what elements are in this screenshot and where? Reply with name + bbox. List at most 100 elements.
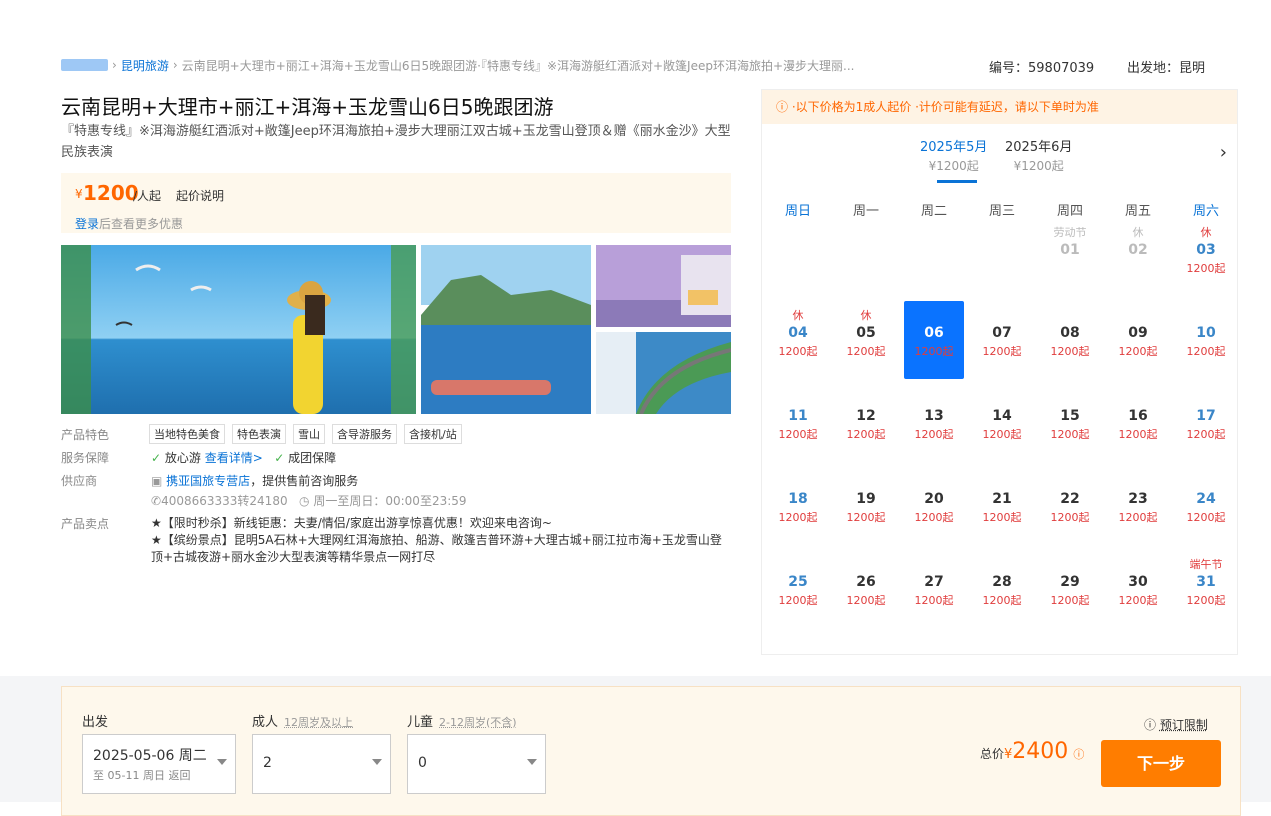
calendar-day-26[interactable]: 26 1200起 (836, 558, 896, 636)
day-price: 1200起 (1108, 509, 1168, 525)
product-id-value: 59807039 (1028, 61, 1094, 76)
day-number: 25 (768, 574, 828, 590)
day-price: 1200起 (1108, 592, 1168, 608)
calendar-day-01: 劳动节 01 (1040, 226, 1100, 304)
day-price: 1200起 (972, 509, 1032, 525)
hotel-photo[interactable] (596, 245, 731, 327)
feature-tag: 特色表演 (232, 424, 286, 444)
calendar-day-24[interactable]: 24 1200起 (1176, 475, 1236, 553)
child-count-select[interactable]: 0 (407, 734, 546, 794)
main-photo[interactable] (61, 245, 416, 414)
breadcrumb-city-link[interactable]: 昆明旅游 (121, 57, 169, 74)
lake-photo-image (421, 245, 591, 414)
calendar-day-10[interactable]: 10 1200起 (1176, 309, 1236, 387)
calendar-day-07[interactable]: 07 1200起 (972, 309, 1032, 387)
day-number: 29 (1040, 574, 1100, 590)
calendar-day-20[interactable]: 20 1200起 (904, 475, 964, 553)
day-number: 14 (972, 408, 1032, 424)
month-label: 2025年6月 (1005, 136, 1072, 155)
feature-tag: 当地特色美食 (149, 424, 225, 444)
supplier-desc: ，提供售前咨询服务 (250, 474, 358, 488)
day-number: 11 (768, 408, 828, 424)
breadcrumb-home-link[interactable] (61, 59, 108, 71)
day-price: 1200起 (972, 343, 1032, 359)
supplier-link[interactable]: 携亚国旅专营店 (166, 474, 250, 488)
month-tab-june[interactable]: 2025年6月 ¥1200起 (1005, 136, 1072, 174)
calendar-day-03[interactable]: 休 03 1200起 (1176, 226, 1236, 304)
calendar-day-04[interactable]: 休 04 1200起 (768, 309, 828, 387)
calendar-day-13[interactable]: 13 1200起 (904, 392, 964, 470)
selling-label: 产品卖点 (61, 515, 109, 532)
day-number: 01 (1040, 242, 1100, 258)
clock-icon: ◷ (299, 494, 309, 508)
day-number: 30 (1108, 574, 1168, 590)
chevron-right-icon[interactable]: › (1220, 142, 1227, 163)
hotel-photo-image (596, 245, 731, 327)
calendar-day-15[interactable]: 15 1200起 (1040, 392, 1100, 470)
guarantee-details-link[interactable]: 查看详情> (205, 451, 263, 465)
calendar-day-29[interactable]: 29 1200起 (1040, 558, 1100, 636)
depart-date-value: 2025-05-06 周二 (93, 745, 207, 765)
calendar-day-28[interactable]: 28 1200起 (972, 558, 1032, 636)
month-tab-may[interactable]: 2025年5月 ¥1200起 (920, 136, 987, 174)
day-number: 05 (836, 325, 896, 341)
calendar-day-22[interactable]: 22 1200起 (1040, 475, 1100, 553)
calendar-day-14[interactable]: 14 1200起 (972, 392, 1032, 470)
day-number: 13 (904, 408, 964, 424)
calendar-day-21[interactable]: 21 1200起 (972, 475, 1032, 553)
calendar-day-11[interactable]: 11 1200起 (768, 392, 828, 470)
day-price: 1200起 (1176, 426, 1236, 442)
day-holiday-tag (1108, 309, 1168, 323)
calendar-day-19[interactable]: 19 1200起 (836, 475, 896, 553)
day-price: 1200起 (836, 426, 896, 442)
booking-limit-link[interactable]: ⓘ 预订限制 (1144, 716, 1208, 733)
adult-count-select[interactable]: 2 (252, 734, 391, 794)
calendar-day-31[interactable]: 端午节 31 1200起 (1176, 558, 1236, 636)
day-number: 17 (1176, 408, 1236, 424)
day-holiday-tag (1108, 475, 1168, 489)
departure-city: 出发地：昆明 (1127, 57, 1205, 76)
day-holiday-tag (1108, 558, 1168, 572)
calendar-notice: ⓘ ·以下价格为1成人起价 ·计价可能有延迟，请以下单时为准 (762, 90, 1237, 124)
calendar-day-17[interactable]: 17 1200起 (1176, 392, 1236, 470)
guarantee-label: 服务保障 (61, 449, 109, 466)
day-number: 20 (904, 491, 964, 507)
supplier-hours: 周一至周日：00:00至23:59 (313, 494, 466, 508)
day-price: 1200起 (1108, 426, 1168, 442)
calendar-day-25[interactable]: 25 1200起 (768, 558, 828, 636)
child-count-value: 0 (418, 755, 427, 771)
calendar-day-23[interactable]: 23 1200起 (1108, 475, 1168, 553)
day-holiday-tag (836, 558, 896, 572)
coast-road-photo[interactable] (596, 332, 731, 414)
calendar-day-09[interactable]: 09 1200起 (1108, 309, 1168, 387)
breadcrumb-separator-icon: › (173, 58, 178, 72)
weekday-header: 周三 (968, 200, 1036, 219)
page-subtitle: 『特惠专线』※洱海游艇红酒派对+敞篷Jeep环洱海旅拍+漫步大理丽江双古城+玉龙… (61, 121, 733, 163)
features-label: 产品特色 (61, 426, 109, 443)
calendar-day-30[interactable]: 30 1200起 (1108, 558, 1168, 636)
day-holiday-tag (904, 475, 964, 489)
day-number: 27 (904, 574, 964, 590)
price-note-link[interactable]: 起价说明 (176, 187, 224, 204)
calendar-day-12[interactable]: 12 1200起 (836, 392, 896, 470)
check-circle-icon: ✓ (151, 451, 161, 465)
child-label: 儿童 2-12周岁(不含) (407, 711, 517, 730)
day-holiday-tag (1040, 392, 1100, 406)
calendar-day-18[interactable]: 18 1200起 (768, 475, 828, 553)
depart-date-select[interactable]: 2025-05-06 周二 至 05-11 周日 返回 (82, 734, 236, 794)
calendar-day-06[interactable]: 06 1200起 (904, 301, 964, 379)
next-step-button[interactable]: 下一步 (1101, 740, 1221, 787)
lake-photo[interactable] (421, 245, 591, 414)
calendar-day-16[interactable]: 16 1200起 (1108, 392, 1168, 470)
depart-label-text: 出发 (82, 715, 108, 730)
adult-label: 成人 12周岁及以上 (252, 711, 353, 730)
day-number: 18 (768, 491, 828, 507)
calendar-day-05[interactable]: 休 05 1200起 (836, 309, 896, 387)
day-price: 1200起 (972, 592, 1032, 608)
login-hint-text: 后查看更多优惠 (99, 217, 183, 231)
day-holiday-tag (836, 392, 896, 406)
day-price: 1200起 (1176, 343, 1236, 359)
calendar-day-08[interactable]: 08 1200起 (1040, 309, 1100, 387)
login-link[interactable]: 登录 (75, 217, 99, 231)
calendar-day-27[interactable]: 27 1200起 (904, 558, 964, 636)
